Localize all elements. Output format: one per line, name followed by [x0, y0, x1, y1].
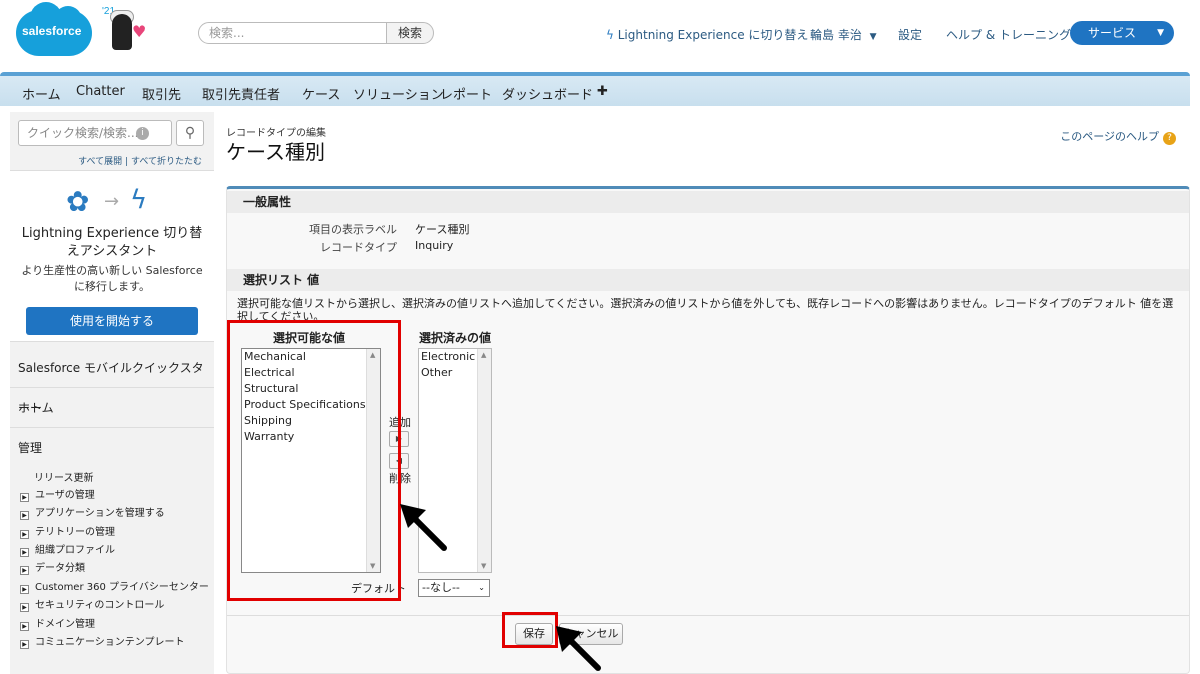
divider — [227, 615, 1189, 616]
sidebar: クイック検索/検索... i ⚲ すべて展開 | すべて折りたたむ ✿ → ϟ … — [10, 112, 214, 674]
expand-icon: ▶ — [20, 585, 29, 594]
top-header: salesforce '21 ♥ 検索... 検索 ϟ Lightning Ex… — [0, 0, 1200, 72]
expand-icon: ▶ — [20, 511, 29, 520]
tab-dashboards[interactable]: ダッシュボード — [502, 84, 593, 103]
record-type-label: レコードタイプ — [320, 241, 397, 254]
salesforce-logo[interactable]: salesforce — [16, 2, 96, 58]
link-separator: | — [125, 157, 129, 167]
arrow-annotation-icon — [556, 626, 601, 671]
sidebar-admin-heading: 管理 — [18, 441, 43, 455]
lightning-assistant-title: Lightning Experience 切り替えアシスタント — [21, 226, 203, 259]
logo-text: salesforce — [22, 24, 82, 38]
expand-icon: ▶ — [20, 640, 29, 649]
default-value-selected: --なし-- — [422, 581, 460, 594]
tab-bar: ホーム Chatter 取引先 取引先責任者 ケース ソリューション レポート … — [0, 72, 1190, 106]
quick-search-placeholder: クイック検索/検索... — [27, 126, 139, 140]
user-menu-label: 輪島 幸治 — [810, 28, 862, 42]
field-label-label: 項目の表示ラベル — [309, 223, 397, 236]
expand-icon: ▶ — [20, 566, 29, 575]
sidebar-item-label: アプリケーションを管理する — [35, 508, 165, 519]
collapse-all-link[interactable]: すべて折りたたむ — [131, 157, 202, 167]
sidebar-item-label: 組織プロファイル — [35, 545, 115, 556]
sidebar-item-manage-apps[interactable]: ▶ アプリケーションを管理する — [20, 504, 165, 520]
record-type-value: Inquiry — [415, 239, 454, 252]
general-properties-heading: 一般属性 — [227, 191, 1189, 213]
sidebar-item-label: ドメイン管理 — [35, 619, 95, 630]
expand-icon: ▶ — [20, 603, 29, 612]
tab-accounts[interactable]: 取引先 — [142, 84, 181, 103]
lightning-bolt-icon: ϟ — [130, 185, 148, 215]
tab-contacts[interactable]: 取引先責任者 — [202, 84, 280, 103]
chevron-down-icon: ⌄ — [478, 583, 485, 592]
sidebar-item-label: ユーザの管理 — [35, 490, 95, 501]
help-training-link[interactable]: ヘルプ & トレーニング — [946, 26, 1071, 43]
expand-collapse-links: すべて展開 | すべて折りたたむ — [78, 154, 202, 167]
save-button-highlight — [502, 612, 558, 648]
tab-reports[interactable]: レポート — [440, 84, 492, 103]
lightning-assistant-description: より生産性の高い新しい Salesforce に移行します。 — [21, 264, 203, 293]
sidebar-item-label: データ分類 — [35, 563, 85, 574]
lightning-assistant-card: ✿ → ϟ Lightning Experience 切り替えアシスタント より… — [10, 170, 214, 342]
user-menu[interactable]: 輪島 幸治 ▼ — [810, 26, 877, 43]
page-title: ケース種別 — [226, 140, 325, 164]
chevron-down-icon: ▼ — [1157, 28, 1164, 38]
tab-cases[interactable]: ケース — [302, 84, 340, 103]
sidebar-item-territory[interactable]: ▶ テリトリーの管理 — [20, 523, 115, 539]
switch-to-lightning-link[interactable]: ϟ Lightning Experience に切り替え — [606, 26, 808, 43]
info-icon[interactable]: i — [136, 127, 149, 140]
default-value-select[interactable]: --なし-- ⌄ — [418, 579, 490, 597]
sidebar-item-label: Customer 360 プライバシーセンター — [35, 582, 209, 593]
sidebar-item-privacy-center[interactable]: ▶ Customer 360 プライバシーセンター — [20, 578, 209, 594]
arrow-annotation-icon — [400, 504, 447, 551]
get-started-button[interactable]: 使用を開始する — [26, 307, 198, 335]
expand-icon: ▶ — [20, 548, 29, 557]
release-updates-link[interactable]: リリース更新 — [34, 469, 94, 484]
mascot-image: '21 ♥ — [100, 6, 146, 58]
page-help-label: このページのヘルプ — [1060, 130, 1159, 143]
settings-link[interactable]: 設定 — [898, 26, 922, 43]
expand-icon: ▶ — [20, 493, 29, 502]
switch-to-lightning-label: Lightning Experience に切り替え — [617, 28, 809, 42]
app-switcher-button[interactable]: サービス ▼ — [1070, 21, 1174, 45]
lightning-assistant-graphic: ✿ → ϟ — [66, 185, 166, 218]
expand-icon: ▶ — [20, 622, 29, 631]
lightning-bolt-icon: ϟ — [606, 28, 614, 42]
global-search-button[interactable]: 検索 — [386, 22, 434, 44]
expand-icon: ▶ — [20, 530, 29, 539]
chevron-down-icon: ▼ — [869, 32, 877, 42]
quick-search-input[interactable]: クイック検索/検索... i — [18, 120, 172, 146]
classic-flower-icon: ✿ — [66, 185, 90, 218]
expand-all-link[interactable]: すべて展開 — [78, 157, 122, 167]
picklist-values-heading: 選択リスト 値 — [227, 269, 1189, 291]
tab-home[interactable]: ホーム — [22, 84, 61, 103]
page-help-link[interactable]: このページのヘルプ? — [1060, 128, 1176, 145]
mobile-quickstart-link[interactable]: Salesforce モバイルクイックスタート — [10, 348, 214, 415]
arrow-right-icon: → — [104, 191, 120, 212]
sidebar-item-user-management[interactable]: ▶ ユーザの管理 — [20, 486, 95, 502]
sidebar-item-security-controls[interactable]: ▶ セキュリティのコントロール — [20, 596, 164, 612]
selected-values-title: 選択済みの値 — [419, 331, 492, 345]
sidebar-item-label: セキュリティのコントロール — [35, 600, 165, 611]
field-label-value: ケース種別 — [415, 223, 470, 236]
app-switcher-label: サービス — [1088, 26, 1137, 40]
sidebar-item-data-classification[interactable]: ▶ データ分類 — [20, 559, 85, 575]
available-values-highlight — [227, 320, 401, 601]
search-icon[interactable]: ⚲ — [176, 120, 204, 146]
add-tab-icon[interactable]: ✚ — [597, 84, 608, 99]
sidebar-home-link[interactable]: ホーム — [10, 388, 214, 428]
tab-solutions[interactable]: ソリューション — [353, 84, 444, 103]
help-icon: ? — [1163, 132, 1176, 145]
sidebar-item-communication-templates[interactable]: ▶ コミュニケーションテンプレート — [20, 633, 185, 649]
sidebar-item-label: テリトリーの管理 — [35, 527, 115, 538]
global-search-input[interactable]: 検索... — [198, 22, 388, 44]
sidebar-item-label: コミュニケーションテンプレート — [35, 637, 185, 648]
scrollbar[interactable]: ▲ ▼ — [477, 349, 491, 572]
tab-chatter[interactable]: Chatter — [76, 84, 125, 99]
sidebar-item-company-profile[interactable]: ▶ 組織プロファイル — [20, 541, 115, 557]
sidebar-item-domain-management[interactable]: ▶ ドメイン管理 — [20, 615, 95, 631]
